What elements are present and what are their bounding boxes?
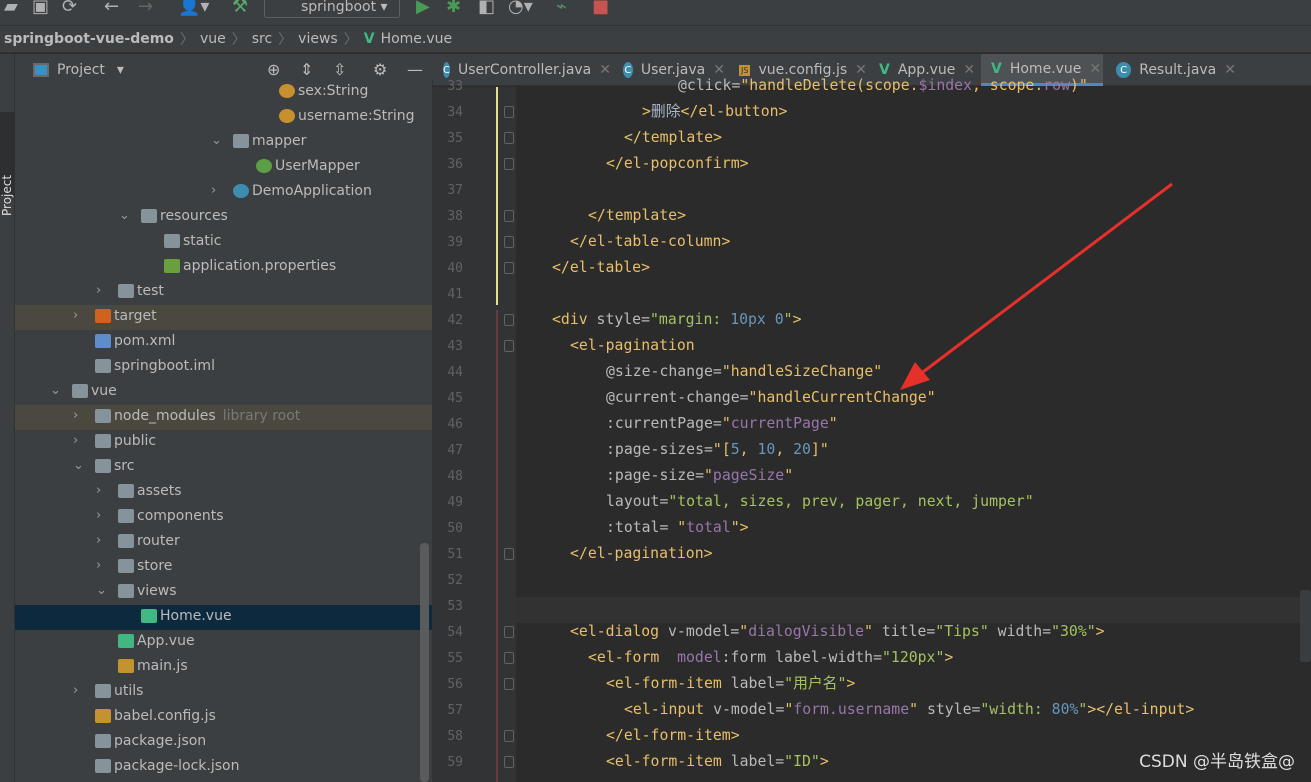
arrow-head-icon (900, 362, 930, 390)
watermark: CSDN @半岛铁盒@ (1139, 752, 1295, 772)
arrow-shaft (914, 182, 1173, 380)
annotation-arrow (900, 182, 1173, 390)
